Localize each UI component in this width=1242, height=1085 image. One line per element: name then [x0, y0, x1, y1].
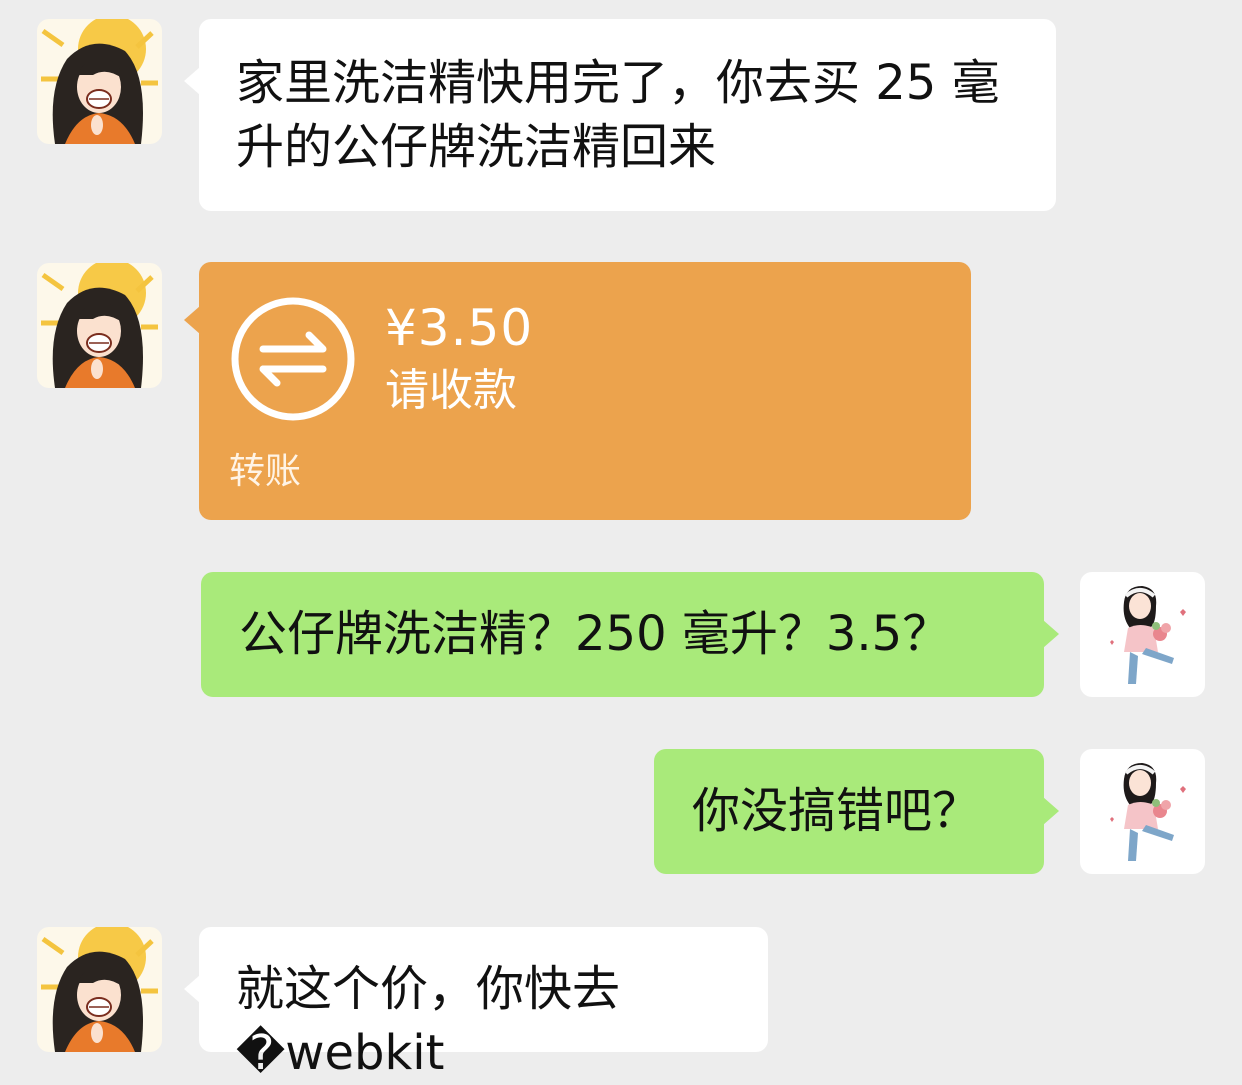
message-bubble-incoming[interactable]: 就这个价，你快去�webkit: [184, 927, 768, 1081]
self-avatar[interactable]: [1080, 572, 1205, 697]
contact-avatar[interactable]: [37, 263, 162, 388]
message-bubble-outgoing[interactable]: 你没搞错吧？: [654, 749, 1059, 874]
contact-avatar[interactable]: [37, 927, 162, 1052]
transfer-arrows-icon: [231, 297, 355, 421]
bubble-tail: [184, 975, 200, 1003]
message-bubble-outgoing[interactable]: 公仔牌洗洁精？250 毫升？3.5？: [201, 572, 1059, 697]
message-bubble-incoming[interactable]: 家里洗洁精快用完了，你去买 25 毫升的公仔牌洗洁精回来: [184, 19, 1056, 211]
message-text: 公仔牌洗洁精？250 毫升？3.5？: [239, 606, 951, 662]
bubble-tail: [1043, 620, 1059, 648]
message-text: 就这个价，你快去�webkit: [236, 961, 621, 1081]
cartoon-girl-flowers-avatar-icon: [1080, 749, 1205, 874]
cartoon-girl-avatar-icon: [37, 927, 162, 1052]
cartoon-girl-flowers-avatar-icon: [1080, 572, 1205, 697]
bubble-tail: [184, 306, 200, 334]
bubble-tail: [184, 67, 200, 95]
transfer-type-label: 转账: [229, 451, 302, 492]
message-text: 你没搞错吧？: [692, 783, 981, 839]
bubble-tail: [1043, 797, 1059, 825]
cartoon-girl-avatar-icon: [37, 263, 162, 388]
cartoon-girl-avatar-icon: [37, 19, 162, 144]
transfer-status: 请收款: [385, 365, 517, 416]
transfer-divider: [229, 438, 941, 439]
transfer-amount: ¥3.50: [385, 299, 534, 357]
transfer-card[interactable]: ¥3.50 请收款 转账: [184, 262, 971, 520]
message-text: 家里洗洁精快用完了，你去买 25 毫升的公仔牌洗洁精回来: [236, 55, 1000, 175]
self-avatar[interactable]: [1080, 749, 1205, 874]
contact-avatar[interactable]: [37, 19, 162, 144]
